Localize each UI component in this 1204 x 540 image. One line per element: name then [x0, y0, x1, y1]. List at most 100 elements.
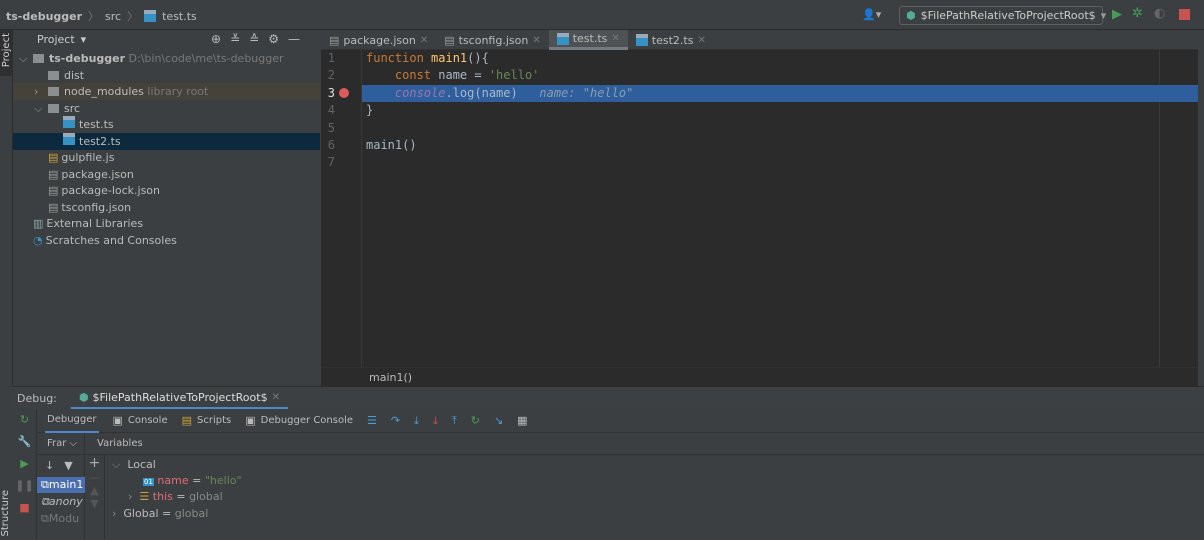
stop-icon[interactable]: ■ — [13, 497, 36, 519]
tree-item[interactable]: ⌵ src — [13, 100, 320, 117]
code-line[interactable]: 7 — [321, 154, 1198, 171]
step-over-icon[interactable]: ↷ — [391, 414, 400, 427]
collapse-all-icon[interactable]: ≙ — [249, 32, 268, 46]
function-crumb[interactable]: main1() — [369, 371, 412, 384]
filter-icon[interactable]: ▼ — [64, 459, 82, 472]
tab-scripts[interactable]: ▤ Scripts — [182, 414, 232, 427]
close-icon[interactable]: ✕ — [272, 392, 280, 403]
frame-item[interactable]: ⧉Modu — [37, 511, 85, 527]
code-text: function main1(){ — [366, 51, 489, 65]
debug-icon[interactable]: ✲ — [1132, 6, 1143, 21]
json-file-icon: ▤ — [444, 33, 455, 47]
locate-icon[interactable]: ⊕ — [211, 32, 230, 46]
expand-all-icon[interactable]: ≚ — [230, 32, 249, 46]
structure-tool-tab[interactable]: Structure — [0, 490, 13, 540]
restart-frame-icon[interactable]: ↻ — [471, 414, 480, 427]
close-icon[interactable]: ✕ — [611, 33, 619, 44]
code-line[interactable]: 1 function main1(){ — [321, 50, 1198, 67]
tree-item[interactable]: ⌵ ts-debugger D:\bin\code\me\ts-debugger — [13, 50, 320, 67]
evaluate-icon[interactable]: ▦ — [517, 414, 527, 427]
frame-item[interactable]: ⧉main1 — [37, 477, 85, 493]
var-this[interactable]: › ☰ this = global — [128, 490, 223, 503]
var-global[interactable]: › Global = global — [112, 507, 208, 520]
code-line[interactable]: 5 — [321, 120, 1198, 137]
line-number[interactable]: 5 — [321, 120, 335, 137]
step-out-icon[interactable]: ⤒ — [452, 414, 457, 428]
ts-file-icon — [63, 116, 75, 128]
gear-icon[interactable]: ⚙ — [268, 32, 288, 46]
line-number[interactable]: 7 — [321, 154, 335, 171]
run-config-label: $FilePathRelativeToProjectRoot$ — [920, 9, 1096, 22]
tree-item[interactable]: ▤ tsconfig.json — [13, 199, 320, 216]
move-up-icon[interactable]: ▲ — [85, 484, 104, 497]
chevron-right-icon[interactable]: › — [34, 83, 48, 100]
tree-item[interactable]: ▤ gulpfile.js — [13, 149, 320, 166]
tree-item[interactable]: test.ts — [13, 116, 320, 133]
tree-item[interactable]: ▤ package-lock.json — [13, 182, 320, 199]
remove-icon[interactable]: — — [85, 471, 104, 484]
force-step-into-icon[interactable]: ⤓ — [433, 414, 438, 428]
line-number[interactable]: 3 — [321, 85, 335, 102]
tree-item[interactable]: ▥ External Libraries — [13, 215, 320, 232]
line-number[interactable]: 2 — [321, 67, 335, 84]
debug-session-tab[interactable]: ⬢ $FilePathRelativeToProjectRoot$ ✕ — [70, 387, 288, 409]
tab-debugger[interactable]: Debugger — [45, 409, 99, 433]
frames-panel: Frar ⌵ ↓▼ ⧉main1 ⧉anony ⧉Modu — [37, 433, 85, 539]
code-line[interactable]: 6 main1() — [321, 137, 1198, 154]
move-down-icon[interactable]: ▼ — [85, 497, 104, 510]
add-watch-icon[interactable]: + — [85, 455, 104, 471]
code-line[interactable]: 3 console.log(name) name: "hello" — [321, 84, 1198, 102]
tree-item[interactable]: ▤ package.json — [13, 166, 320, 183]
folder-icon — [48, 70, 59, 80]
close-icon[interactable]: ✕ — [697, 35, 705, 46]
tab-tsconfig-json[interactable]: ▤ tsconfig.json ✕ — [436, 30, 549, 50]
pause-icon[interactable]: ❚❚ — [13, 475, 36, 497]
project-tool-tab[interactable]: Project — [0, 30, 13, 76]
frames-header[interactable]: Frar ⌵ — [37, 433, 84, 455]
rerun-icon[interactable]: ↻ — [13, 409, 36, 431]
close-icon[interactable]: ✕ — [532, 35, 540, 46]
line-number[interactable]: 4 — [321, 102, 335, 119]
stop-icon[interactable] — [1179, 9, 1190, 20]
line-number[interactable]: 6 — [321, 137, 335, 154]
code-line[interactable]: 4} — [321, 102, 1198, 119]
tree-item[interactable]: ◔ Scratches and Consoles — [13, 232, 320, 249]
folder-icon — [48, 103, 59, 113]
frame-item[interactable]: ⧉anony — [37, 494, 85, 510]
user-icon[interactable]: 👤▾ — [862, 8, 881, 21]
debug-label: Debug: — [17, 391, 57, 405]
tab-test2-ts[interactable]: test2.ts ✕ — [628, 30, 714, 50]
project-title[interactable]: Project — [37, 33, 75, 46]
var-name[interactable]: 01 name = "hello" — [143, 474, 242, 487]
tab-label: Debugger — [47, 414, 97, 425]
chevron-down-icon[interactable]: ⌵ — [34, 100, 48, 117]
breadcrumb-src[interactable]: src — [105, 10, 121, 23]
breakpoint-icon[interactable] — [339, 87, 349, 98]
tab-test-ts[interactable]: test.ts ✕ — [548, 30, 628, 50]
tree-item[interactable]: › node_modules library root — [13, 83, 320, 100]
code-line[interactable]: 2 const name = 'hello' — [321, 67, 1198, 84]
tree-item[interactable]: test2.ts — [13, 132, 320, 150]
tab-package-json[interactable]: ▤ package.json ✕ — [321, 30, 436, 50]
breadcrumb-project[interactable]: ts-debugger — [6, 10, 82, 23]
coverage-icon[interactable]: ◐ — [1154, 6, 1165, 21]
chevron-down-icon[interactable]: ⌵ — [19, 50, 33, 67]
close-icon[interactable]: ✕ — [420, 35, 428, 46]
equals: = — [176, 490, 186, 503]
run-config-select[interactable]: ⬢ $FilePathRelativeToProjectRoot$ ▾ — [899, 6, 1106, 25]
tab-console[interactable]: ▣ Console — [113, 414, 168, 427]
var-local[interactable]: ⌵ Local — [112, 458, 156, 472]
step-into-icon[interactable]: ⤓ — [414, 414, 419, 428]
breadcrumb-file[interactable]: test.ts — [162, 10, 197, 23]
frames-menu-icon[interactable]: ☰ — [367, 414, 377, 427]
run-to-cursor-icon[interactable]: ↘ — [494, 414, 503, 427]
wrench-icon[interactable]: 🔧 — [13, 431, 36, 453]
chevron-down-icon[interactable]: ▾ — [81, 33, 87, 46]
hide-icon[interactable]: — — [288, 32, 309, 46]
tab-debugger-console[interactable]: ▣ Debugger Console — [245, 414, 353, 427]
tree-item[interactable]: dist — [13, 67, 320, 84]
resume-icon[interactable]: ▶ — [13, 453, 36, 475]
arrow-down-icon[interactable]: ↓ — [45, 459, 64, 472]
line-number[interactable]: 1 — [321, 50, 335, 67]
run-icon[interactable]: ▶ — [1112, 7, 1122, 22]
